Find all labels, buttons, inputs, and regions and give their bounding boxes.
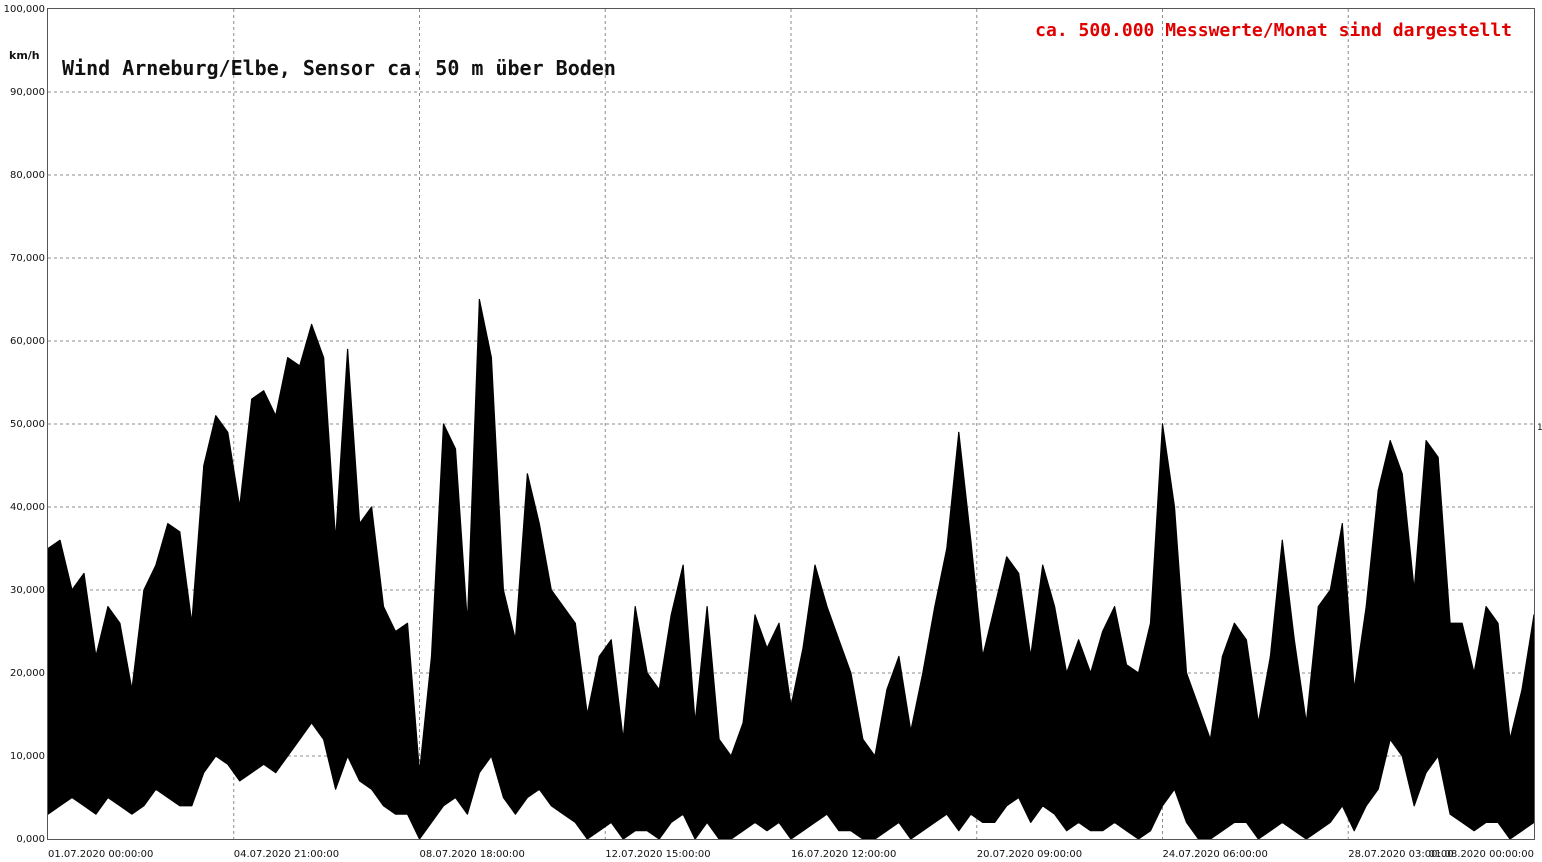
y-tick-label: 100,000 <box>4 4 45 15</box>
x-tick-label: 08.07.2020 18:00:00 <box>420 849 525 860</box>
x-tick-label: 01.07.2020 00:00:00 <box>48 849 153 860</box>
wind-chart: 0,000 10,000 20,000 30,000 40,000 50,000 60,00… <box>0 0 1542 862</box>
y-tick-label: 40,000 <box>10 502 45 513</box>
y-tick-label: 30,000 <box>10 585 45 596</box>
y-tick-label: 10,000 <box>10 751 45 762</box>
x-tick-label: 16.07.2020 12:00:00 <box>791 849 896 860</box>
y-unit-label: km/h <box>9 49 40 62</box>
y-tick-label: 60,000 <box>10 336 45 347</box>
y-tick-label: 50,000 <box>10 419 45 430</box>
y-tick-label: 20,000 <box>10 668 45 679</box>
y-tick-label: 70,000 <box>10 253 45 264</box>
x-tick-label: 04.07.2020 21:00:00 <box>234 849 339 860</box>
sample-count-note: ca. 500.000 Messwerte/Monat sind dargest… <box>1035 20 1512 41</box>
x-tick-label: 01.08.2020 00:00:00 <box>1429 849 1534 860</box>
y-tick-label: 90,000 <box>10 87 45 98</box>
y-tick-label: 80,000 <box>10 170 45 181</box>
chart-title: Wind Arneburg/Elbe, Sensor ca. 50 m über… <box>62 56 616 80</box>
x-tick-label: 20.07.2020 09:00:00 <box>977 849 1082 860</box>
y-tick-label: 0,000 <box>16 834 45 845</box>
x-tick-label: 24.07.2020 06:00:00 <box>1163 849 1268 860</box>
right-marker: 1 <box>1537 423 1542 433</box>
x-tick-label: 12.07.2020 15:00:00 <box>605 849 710 860</box>
